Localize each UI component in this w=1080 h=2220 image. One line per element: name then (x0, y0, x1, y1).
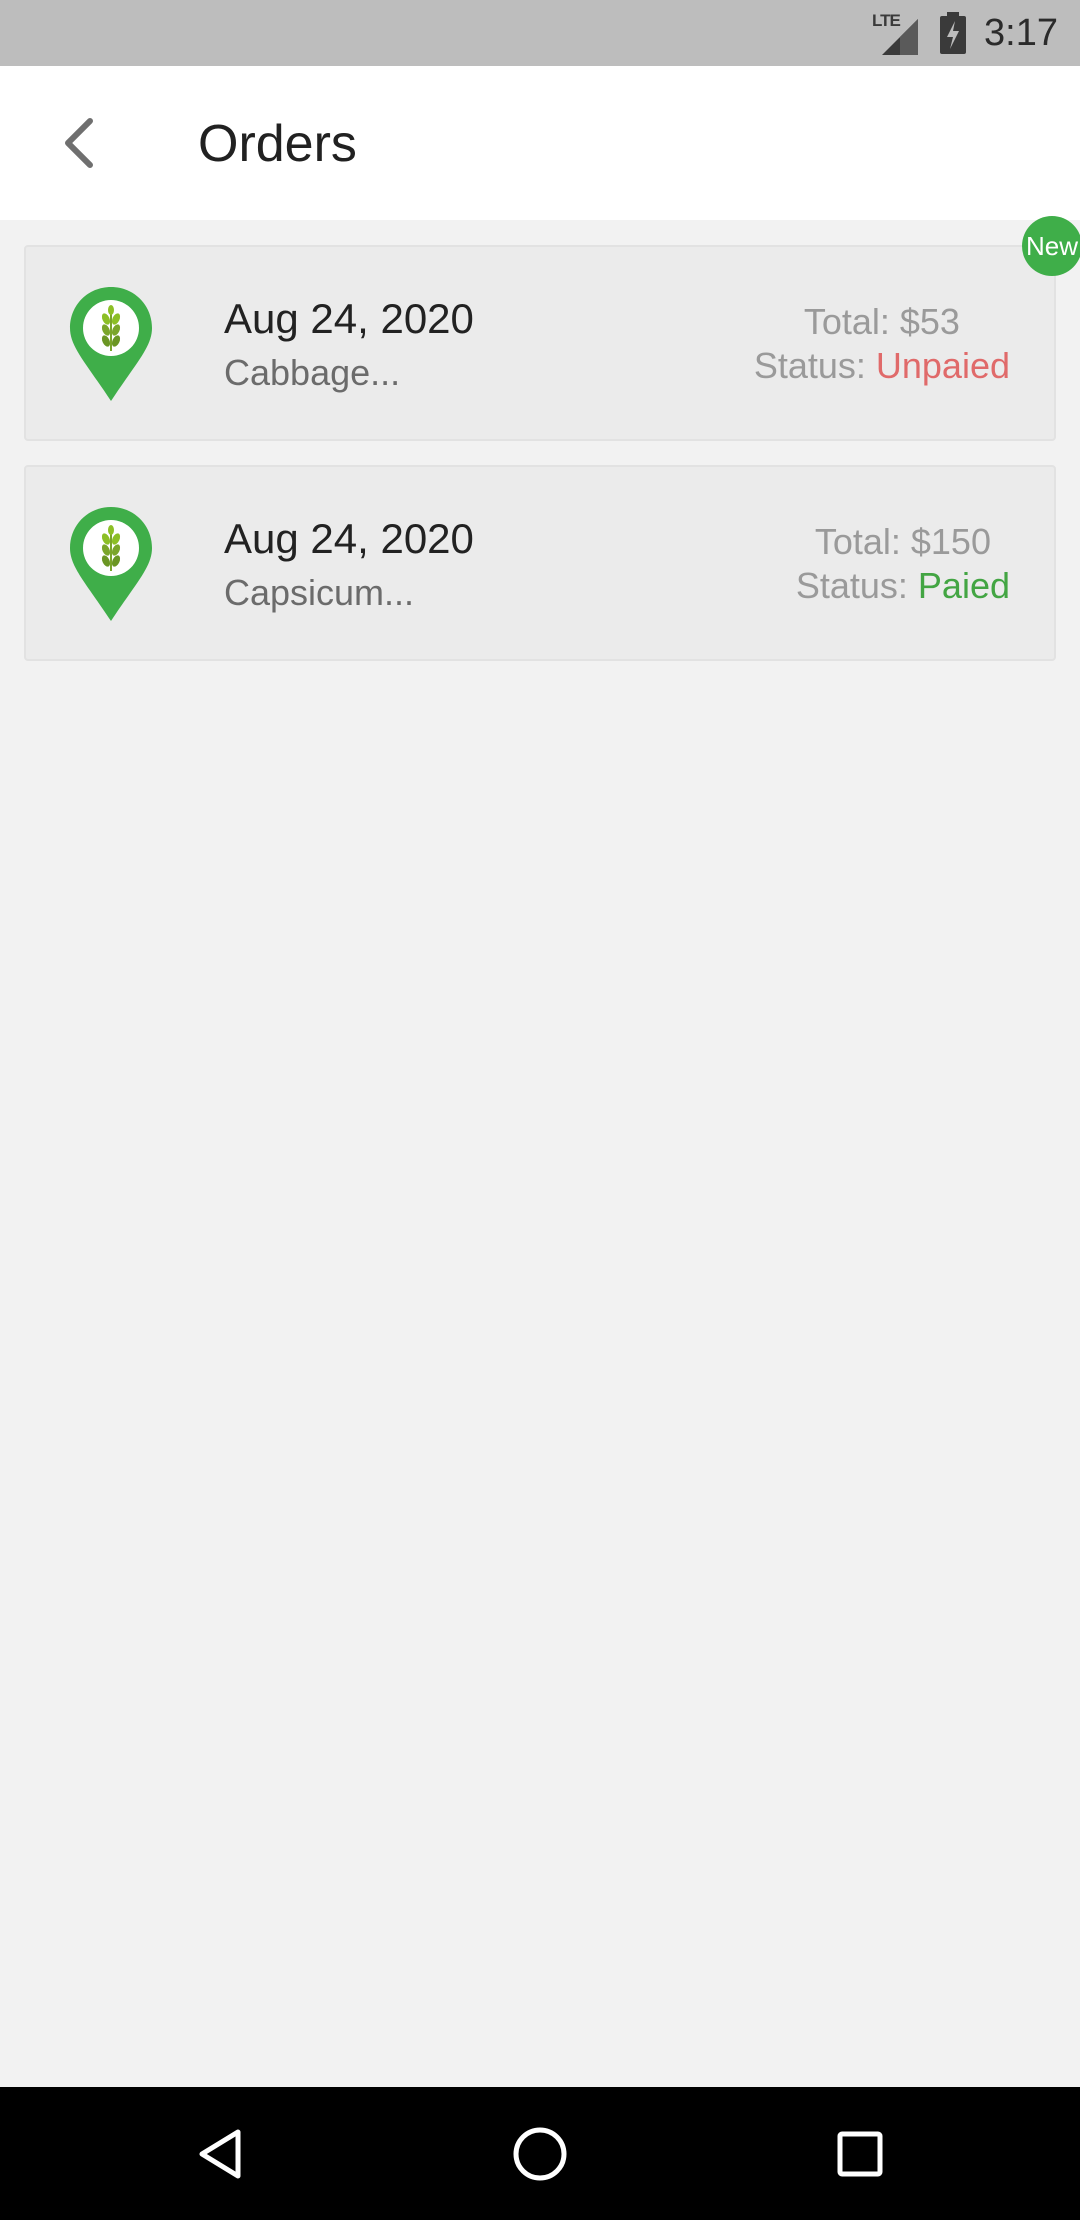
chevron-left-icon (65, 118, 93, 168)
order-total: Total: $53 (803, 301, 960, 342)
status-bar-right: LTE 3:17 (872, 0, 1058, 66)
order-status-label: Status: (753, 345, 866, 386)
square-recents-icon (837, 2131, 883, 2177)
order-card[interactable]: Aug 24, 2020 Capsicum... Total: $150 Sta… (24, 465, 1056, 661)
location-pin-leaf-icon (70, 507, 152, 621)
clock: 3:17 (984, 11, 1058, 54)
back-button[interactable] (40, 103, 120, 183)
order-date: Aug 24, 2020 (224, 295, 474, 342)
battery-charging-icon (940, 12, 967, 54)
app-bar: Orders (0, 66, 1080, 220)
location-pin-leaf-icon (70, 287, 152, 401)
order-items: Cabbage... (224, 352, 401, 393)
order-status: Status: Paied (796, 564, 1010, 608)
order-status-value: Unpaied (875, 345, 1010, 386)
order-status-value: Paied (917, 565, 1010, 606)
page-title: Orders (198, 115, 357, 173)
signal-icon: LTE (872, 11, 922, 55)
triangle-back-icon (199, 2129, 241, 2179)
order-card[interactable]: Aug 24, 2020 Cabbage... Total: $53 Statu… (24, 245, 1056, 441)
nav-home-button[interactable] (495, 2109, 585, 2199)
nav-back-button[interactable] (175, 2109, 265, 2199)
new-badge: New (1022, 216, 1080, 276)
order-summary: Total: $53 Status: Unpaied (754, 300, 1010, 388)
order-status-label: Status: (795, 565, 908, 606)
order-total: Total: $150 (814, 521, 991, 562)
order-items: Capsicum... (224, 572, 415, 613)
nav-recents-button[interactable] (815, 2109, 905, 2199)
order-date: Aug 24, 2020 (224, 515, 474, 562)
circle-home-icon (513, 2127, 567, 2181)
status-bar: LTE 3:17 (0, 0, 1080, 66)
system-nav-bar (0, 2087, 1080, 2220)
order-status: Status: Unpaied (754, 344, 1010, 388)
order-summary: Total: $150 Status: Paied (796, 520, 1010, 608)
